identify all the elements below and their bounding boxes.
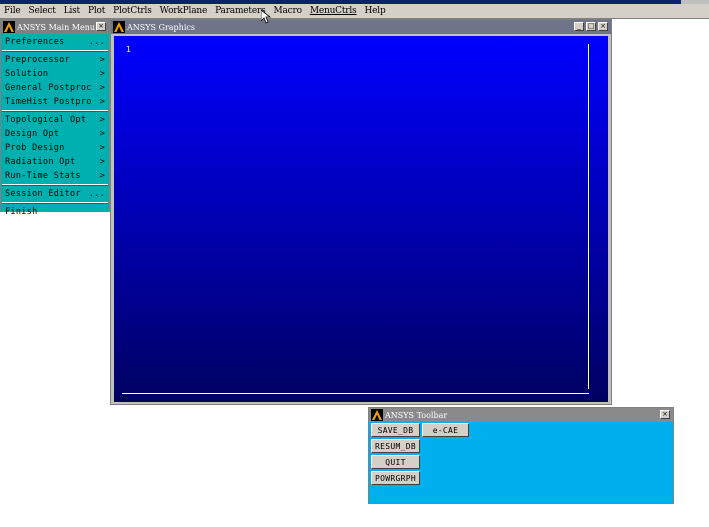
graphics-viewport[interactable]: 1 bbox=[114, 36, 608, 402]
menu-plotctrls[interactable]: PlotCtrls bbox=[109, 6, 155, 16]
minimize-icon[interactable]: _ bbox=[574, 22, 584, 31]
menu-help[interactable]: Help bbox=[360, 6, 389, 16]
main-menu-titlebar[interactable]: ANSYS Main Menu × bbox=[1, 20, 109, 34]
menu-separator bbox=[2, 184, 108, 186]
main-menu-item-preprocessor[interactable]: Preprocessor > bbox=[2, 53, 108, 67]
item-label: Design Opt bbox=[5, 129, 60, 139]
item-label: Topological Opt bbox=[5, 115, 87, 125]
viewport-border-bottom bbox=[122, 393, 589, 394]
menu-separator bbox=[2, 50, 108, 52]
main-menu-item-solution[interactable]: Solution > bbox=[2, 67, 108, 81]
graphics-titlebar[interactable]: ANSYS Graphics _ □ × bbox=[111, 20, 611, 34]
main-menu-item-radiation-opt[interactable]: Radiation Opt > bbox=[2, 155, 108, 169]
menu-select[interactable]: Select bbox=[25, 6, 60, 16]
main-menu-item-prob-design[interactable]: Prob Design > bbox=[2, 141, 108, 155]
main-menu-window: ANSYS Main Menu × Preferences... Preproc… bbox=[0, 19, 110, 217]
chevron-right-icon: > bbox=[99, 115, 105, 125]
item-label: Prob Design bbox=[5, 143, 65, 153]
mouse-cursor-icon bbox=[261, 10, 271, 24]
chevron-right-icon: > bbox=[99, 83, 105, 93]
chevron-right-icon: > bbox=[99, 69, 105, 79]
main-menu-item-general-postproc[interactable]: General Postproc > bbox=[2, 81, 108, 95]
menu-plot[interactable]: Plot bbox=[84, 6, 109, 16]
main-menu-item-timehist-postpro[interactable]: TimeHist Postpro > bbox=[2, 95, 108, 109]
ansys-logo-icon bbox=[113, 21, 125, 33]
main-menu-item-design-opt[interactable]: Design Opt > bbox=[2, 127, 108, 141]
item-label: General Postproc bbox=[5, 83, 92, 93]
chevron-right-icon: > bbox=[99, 55, 105, 65]
item-label: Session Editor bbox=[5, 189, 81, 199]
toolbar-titlebar[interactable]: ANSYS Toolbar × bbox=[369, 408, 673, 422]
viewport-border-right bbox=[588, 44, 589, 389]
maximize-icon[interactable]: □ bbox=[586, 22, 596, 31]
graphics-window: ANSYS Graphics _ □ × 1 bbox=[110, 19, 612, 405]
main-menu-list: Preferences... Preprocessor > Solution > G… bbox=[2, 35, 108, 219]
main-menu-item-finish[interactable]: Finish bbox=[2, 205, 108, 219]
menu-workplane[interactable]: WorkPlane bbox=[156, 6, 211, 16]
ansys-logo-icon bbox=[3, 21, 15, 33]
item-suffix: ... bbox=[88, 37, 105, 47]
item-label: Preprocessor bbox=[5, 55, 71, 65]
main-menu-item-preferences[interactable]: Preferences... bbox=[2, 35, 108, 49]
quit-button[interactable]: QUIT bbox=[371, 455, 420, 469]
menu-macro[interactable]: Macro bbox=[270, 6, 306, 16]
ansys-logo-icon bbox=[371, 409, 383, 421]
utility-menu-bar: File Select List Plot PlotCtrls WorkPlan… bbox=[0, 4, 709, 19]
chevron-right-icon: > bbox=[99, 171, 105, 181]
resum-db-button[interactable]: RESUM_DB bbox=[371, 439, 420, 453]
menu-separator bbox=[2, 110, 108, 112]
chevron-right-icon: > bbox=[99, 97, 105, 107]
powrgrph-button[interactable]: POWRGRPH bbox=[371, 471, 420, 485]
chevron-right-icon: > bbox=[99, 129, 105, 139]
e-cae-button[interactable]: e-CAE bbox=[422, 423, 469, 437]
close-icon[interactable]: × bbox=[660, 410, 670, 419]
menu-list[interactable]: List bbox=[60, 6, 84, 16]
item-label: Preferences bbox=[5, 37, 65, 47]
item-suffix: ... bbox=[88, 189, 105, 199]
toolbar-title: ANSYS Toolbar bbox=[385, 410, 448, 420]
menu-menuctrls[interactable]: MenuCtrls bbox=[306, 6, 361, 16]
close-icon[interactable]: × bbox=[96, 22, 106, 31]
main-menu-item-session-editor[interactable]: Session Editor... bbox=[2, 187, 108, 201]
item-label: Solution bbox=[5, 69, 49, 79]
item-label: Run-Time Stats bbox=[5, 171, 81, 181]
item-label: Radiation Opt bbox=[5, 157, 76, 167]
chevron-right-icon: > bbox=[99, 143, 105, 153]
item-label: Finish bbox=[5, 207, 38, 217]
close-icon[interactable]: × bbox=[598, 22, 608, 31]
main-menu-item-topological-opt[interactable]: Topological Opt > bbox=[2, 113, 108, 127]
chevron-right-icon: > bbox=[99, 157, 105, 167]
graphics-title: ANSYS Graphics bbox=[127, 22, 195, 32]
menu-separator bbox=[2, 202, 108, 204]
menu-file[interactable]: File bbox=[0, 6, 25, 16]
item-label: TimeHist Postpro bbox=[5, 97, 92, 107]
main-menu-item-run-time-stats[interactable]: Run-Time Stats > bbox=[2, 169, 108, 183]
window-number-label: 1 bbox=[126, 45, 131, 54]
toolbar-window: ANSYS Toolbar × SAVE_DB e-CAE RESUM_DB Q… bbox=[368, 407, 674, 504]
main-menu-title: ANSYS Main Menu bbox=[17, 22, 96, 32]
save-db-button[interactable]: SAVE_DB bbox=[371, 423, 420, 437]
